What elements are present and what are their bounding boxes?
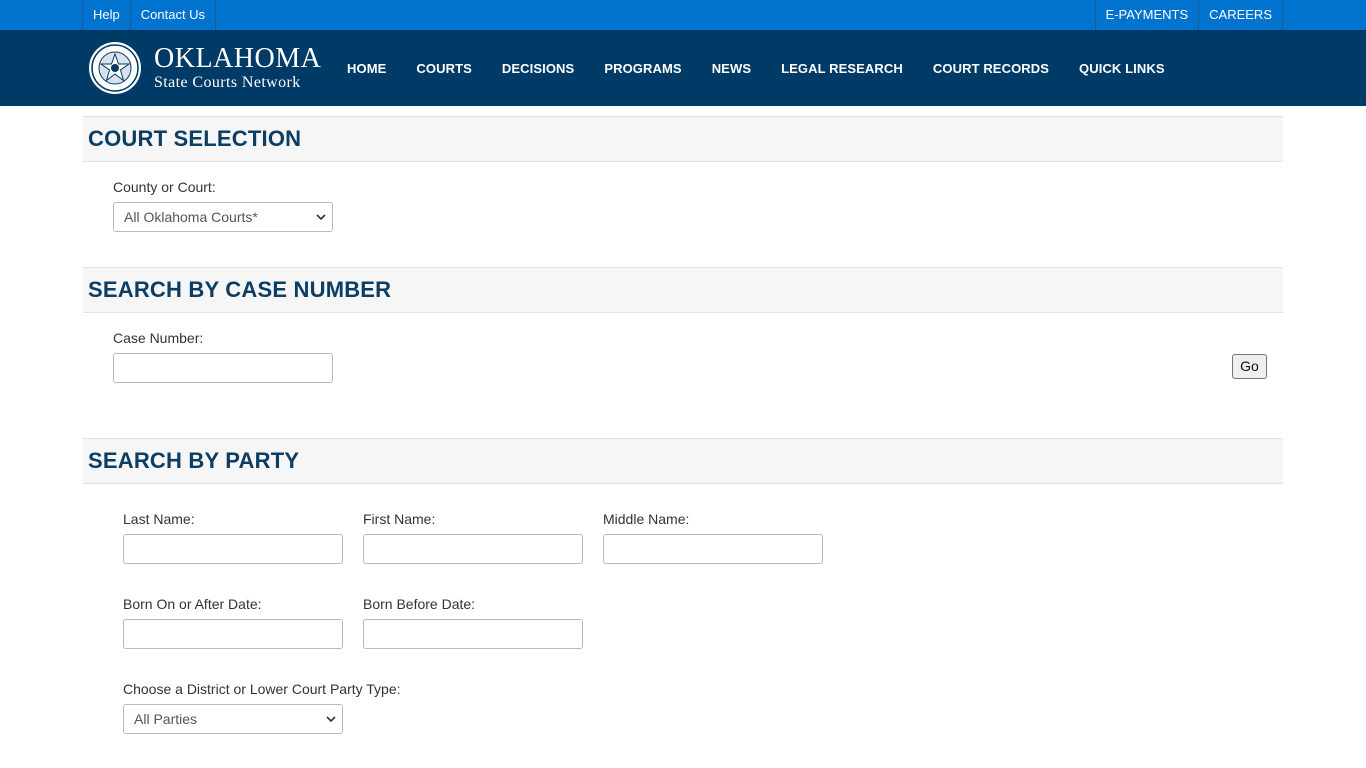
party-type-value: All Parties <box>134 711 198 727</box>
site-logo[interactable]: OKLAHOMA State Courts Network <box>88 40 321 96</box>
go-button[interactable]: Go <box>1232 354 1267 379</box>
party-title: SEARCH BY PARTY <box>88 448 300 473</box>
case-number-header: SEARCH BY CASE NUMBER <box>83 267 1283 313</box>
party-type-label: Choose a District or Lower Court Party T… <box>123 681 401 697</box>
county-select-value: All Oklahoma Courts* <box>124 209 258 225</box>
chevron-down-icon <box>326 716 336 723</box>
logo-subtitle: State Courts Network <box>154 74 301 91</box>
born-after-label: Born On or After Date: <box>123 596 262 612</box>
party-header: SEARCH BY PARTY <box>83 438 1283 484</box>
e-payments-link[interactable]: E-PAYMENTS <box>1094 0 1200 30</box>
county-label: County or Court: <box>113 179 216 195</box>
utility-links-left: Help Contact Us <box>82 0 217 30</box>
nav-programs[interactable]: PROGRAMS <box>589 61 696 76</box>
middle-name-label: Middle Name: <box>603 511 690 527</box>
utility-links-right: E-PAYMENTS CAREERS <box>1094 0 1283 30</box>
nav-legal-research[interactable]: LEGAL RESEARCH <box>766 61 918 76</box>
help-link[interactable]: Help <box>82 0 131 30</box>
court-selection-header: COURT SELECTION <box>83 116 1283 162</box>
nav-quick-links[interactable]: QUICK LINKS <box>1064 61 1180 76</box>
utility-bar: Help Contact Us E-PAYMENTS CAREERS <box>0 0 1366 30</box>
logo-title: OKLAHOMA <box>154 43 322 74</box>
case-number-title: SEARCH BY CASE NUMBER <box>88 277 392 302</box>
nav-decisions[interactable]: DECISIONS <box>487 61 589 76</box>
county-select[interactable]: All Oklahoma Courts* <box>113 202 333 232</box>
nav-court-records[interactable]: COURT RECORDS <box>918 61 1064 76</box>
middle-name-input[interactable] <box>603 534 823 564</box>
first-name-label: First Name: <box>363 511 436 527</box>
nav-home[interactable]: HOME <box>332 61 401 76</box>
careers-link[interactable]: CAREERS <box>1198 0 1283 30</box>
last-name-input[interactable] <box>123 534 343 564</box>
nav-courts[interactable]: COURTS <box>401 61 487 76</box>
party-type-select[interactable]: All Parties <box>123 704 343 734</box>
contact-us-link[interactable]: Contact Us <box>129 0 217 30</box>
born-before-label: Born Before Date: <box>363 596 476 612</box>
court-selection-title: COURT SELECTION <box>88 126 302 151</box>
case-number-input[interactable] <box>113 353 333 383</box>
nav-news[interactable]: NEWS <box>697 61 766 76</box>
state-seal-icon <box>89 42 141 94</box>
born-before-input[interactable] <box>363 619 583 649</box>
chevron-down-icon <box>316 214 326 221</box>
main-nav: HOME COURTS DECISIONS PROGRAMS NEWS LEGA… <box>332 30 1180 106</box>
main-header: OKLAHOMA State Courts Network HOME COURT… <box>0 30 1366 106</box>
last-name-label: Last Name: <box>123 511 195 527</box>
case-number-label: Case Number: <box>113 330 204 346</box>
first-name-input[interactable] <box>363 534 583 564</box>
born-after-input[interactable] <box>123 619 343 649</box>
